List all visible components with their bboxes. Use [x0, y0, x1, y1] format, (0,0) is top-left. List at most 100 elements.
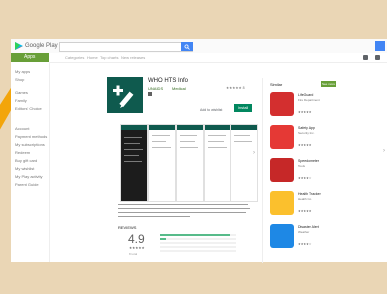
search-input[interactable] [59, 42, 193, 52]
screenshot-line [234, 141, 252, 142]
screenshot-line [124, 161, 142, 162]
sidebar-item[interactable]: Account [15, 126, 29, 131]
screenshot-1[interactable] [120, 124, 148, 202]
screenshot-header [121, 125, 147, 130]
rating-bar-fill [160, 234, 230, 236]
screenshot-line [152, 135, 170, 136]
brand-name[interactable]: Google Play [25, 42, 58, 50]
screenshot-line [124, 155, 139, 156]
sidebar-item[interactable]: My apps [15, 69, 30, 74]
similar-app-title[interactable]: Disaster Alert [298, 225, 319, 229]
screenshot-line [180, 135, 197, 136]
developer-link[interactable]: UNAIDS [148, 86, 163, 91]
settings-icon[interactable] [363, 55, 368, 60]
similar-app-icon[interactable] [270, 191, 294, 215]
similar-app-developer[interactable]: Health Co [298, 197, 311, 201]
app-title: WHO HTS Info [148, 78, 189, 84]
category-link[interactable]: Medical [172, 86, 186, 91]
account-avatar[interactable] [375, 41, 385, 51]
similar-section-title: Similar [270, 82, 283, 87]
screenshot-line [208, 141, 224, 142]
similar-app-title[interactable]: Speedometer [298, 159, 319, 163]
similar-app-stars: ★★★★★ [298, 143, 312, 147]
rating-count: 8 total [129, 252, 138, 256]
screenshot-3[interactable] [176, 124, 204, 202]
similar-app-developer[interactable]: Fire Department [298, 98, 320, 102]
description-line [118, 216, 190, 217]
apps-tab-label: Apps [24, 54, 36, 60]
see-more-button[interactable]: See more [321, 81, 336, 87]
screenshot-header [149, 125, 175, 130]
sidebar-item[interactable]: My wishlist [15, 166, 34, 171]
screenshot-line [234, 135, 250, 136]
sidebar-item[interactable]: Parent Guide [15, 182, 39, 187]
screenshot-line [208, 147, 227, 148]
sidebar-item[interactable]: Shop [15, 77, 24, 82]
sidebar-item[interactable]: Games [15, 90, 28, 95]
column-divider [262, 78, 263, 263]
screenshot-line [124, 149, 143, 150]
reviews-title: REVIEWS [118, 225, 137, 230]
screenshot-line [180, 147, 198, 148]
similar-app-developer[interactable]: Security Inc. [298, 131, 315, 135]
top-charts-link[interactable]: Top charts [100, 55, 118, 60]
home-link[interactable]: Home [87, 55, 98, 60]
sidebar-item[interactable]: Buy gift card [15, 158, 37, 163]
similar-app-developer[interactable]: Tools [298, 164, 305, 168]
rating-bar [160, 242, 236, 244]
screenshot-5[interactable] [230, 124, 258, 202]
apps-tab[interactable]: Apps [11, 53, 49, 62]
categories-link[interactable]: Categories [65, 55, 84, 60]
similar-app-title[interactable]: Safety App [298, 126, 315, 130]
screenshot-line [208, 135, 226, 136]
sidebar-item[interactable]: Editors' Choice [15, 106, 42, 111]
similar-app-stars: ★★★★★ [298, 209, 312, 213]
screenshot-header [231, 125, 257, 130]
similar-app-title[interactable]: Health Tracker [298, 192, 321, 196]
similar-app-stars: ★★★★★ [298, 110, 312, 114]
screenshot-header [205, 125, 231, 130]
rating-bar-fill [160, 238, 167, 240]
rating-bar [160, 234, 236, 236]
sidebar-item[interactable]: Redeem [15, 150, 30, 155]
similar-app-icon[interactable] [270, 125, 294, 149]
content-rating-icon [148, 92, 152, 96]
similar-app-stars: ★★★★☆ [298, 242, 312, 246]
rating-stars: ★★★★★ [129, 246, 145, 250]
screenshot-line [124, 143, 140, 144]
chevron-right-icon[interactable]: › [253, 150, 255, 156]
install-button[interactable]: Install [234, 104, 252, 112]
screenshot-header [177, 125, 203, 130]
apps-grid-icon[interactable] [375, 55, 380, 60]
similar-app-stars: ★★★★☆ [298, 176, 312, 180]
screenshot-2[interactable] [148, 124, 176, 202]
similar-app-icon[interactable] [270, 158, 294, 182]
similar-app-developer[interactable]: Weather [298, 230, 309, 234]
search-icon [184, 44, 190, 50]
wishlist-button[interactable]: Add to wishlist [200, 108, 222, 112]
new-releases-link[interactable]: New releases [121, 55, 145, 60]
header-rating: ★★★★★ 8 [226, 86, 245, 90]
search-button[interactable] [181, 42, 193, 51]
similar-app-icon[interactable] [270, 224, 294, 248]
scroll-chevron-icon[interactable]: › [383, 148, 385, 154]
screenshot-4[interactable] [204, 124, 232, 202]
sidebar-item[interactable]: My Play activity [15, 174, 43, 179]
screenshot-line [152, 141, 166, 142]
rating-bar [160, 238, 236, 240]
screenshot-line [152, 147, 171, 148]
sidebar-item[interactable]: Payment methods [15, 134, 47, 139]
description-line [118, 208, 250, 209]
sidebar-item[interactable]: Family [15, 98, 27, 103]
similar-app-icon[interactable] [270, 92, 294, 116]
rating-bar [160, 250, 236, 252]
similar-app-title[interactable]: LifeGuard [298, 93, 313, 97]
description-line [118, 204, 248, 205]
description-line [118, 212, 246, 213]
rating-bar [160, 246, 236, 248]
screenshot-line [124, 137, 142, 138]
sidebar: My apps Shop Games Family Editors' Choic… [11, 62, 50, 262]
google-play-logo-icon[interactable] [15, 42, 23, 50]
screenshot-line [180, 141, 195, 142]
sidebar-item[interactable]: My subscriptions [15, 142, 45, 147]
